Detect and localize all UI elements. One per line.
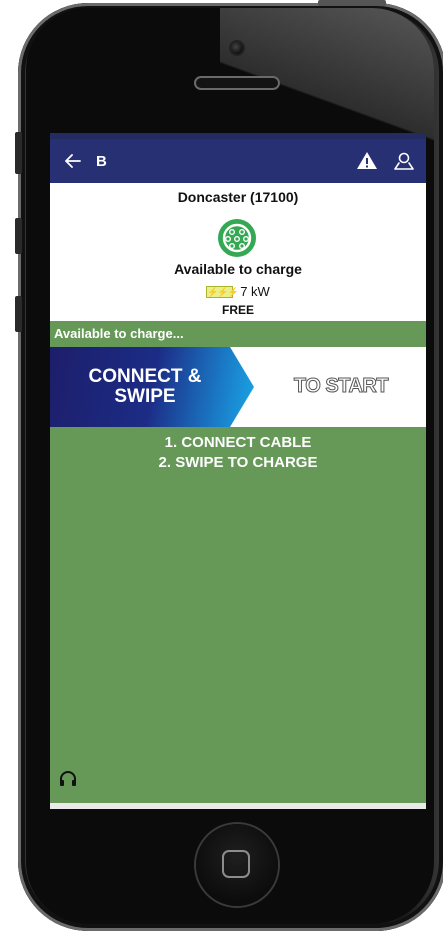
instruction-step-1: 1. CONNECT CABLE — [164, 434, 312, 451]
instruction-step-2: 2. SWIPE TO CHARGE — [158, 454, 318, 471]
station-name: Doncaster (17100) — [177, 189, 299, 205]
bottom-strip — [50, 803, 426, 809]
volume-up-button — [15, 218, 22, 254]
charge-instructions: 1. CONNECT CABLE 2. SWIPE TO CHARGE — [50, 433, 426, 473]
account-icon — [394, 152, 414, 170]
earpiece-speaker — [194, 76, 280, 90]
charge-panel: Available to charge... CONNECT & SWIPE T… — [50, 321, 426, 803]
warning-icon — [357, 152, 377, 169]
power-value: 7 kW — [240, 284, 270, 299]
availability-status: Available to charge — [174, 261, 302, 277]
back-button[interactable] — [50, 139, 96, 183]
power-button — [318, 0, 386, 6]
account-button[interactable] — [392, 149, 416, 173]
type2-connector-icon — [218, 219, 256, 257]
headset-icon — [60, 771, 76, 786]
home-button[interactable] — [196, 824, 278, 906]
banner-connect-swipe: CONNECT & SWIPE — [62, 367, 228, 407]
power-row: ⚡⚡⚡ 7 kW — [50, 284, 426, 299]
station-info-panel: Doncaster (17100) Available to charge ⚡⚡… — [50, 183, 426, 321]
support-button[interactable] — [58, 769, 78, 789]
charge-status-text: Available to charge... — [54, 326, 184, 341]
price-label: FREE — [221, 303, 254, 317]
volume-down-button — [15, 296, 22, 332]
arrow-left-icon — [65, 154, 81, 168]
banner-to-start: TO START — [293, 375, 389, 398]
warning-button[interactable] — [356, 150, 378, 172]
front-camera — [231, 42, 243, 54]
home-square-icon — [222, 850, 250, 878]
app-title: B — [96, 152, 107, 170]
banner-line1: CONNECT & — [88, 366, 202, 387]
app-bar: B — [50, 139, 426, 183]
app-screen: B Doncaster (17100) Available to charge … — [50, 133, 426, 809]
connect-swipe-banner[interactable]: CONNECT & SWIPE TO START — [50, 347, 426, 427]
banner-line2: SWIPE — [114, 386, 176, 407]
mute-switch — [15, 132, 22, 174]
charging-bolt-icon: ⚡⚡⚡ — [206, 285, 239, 298]
